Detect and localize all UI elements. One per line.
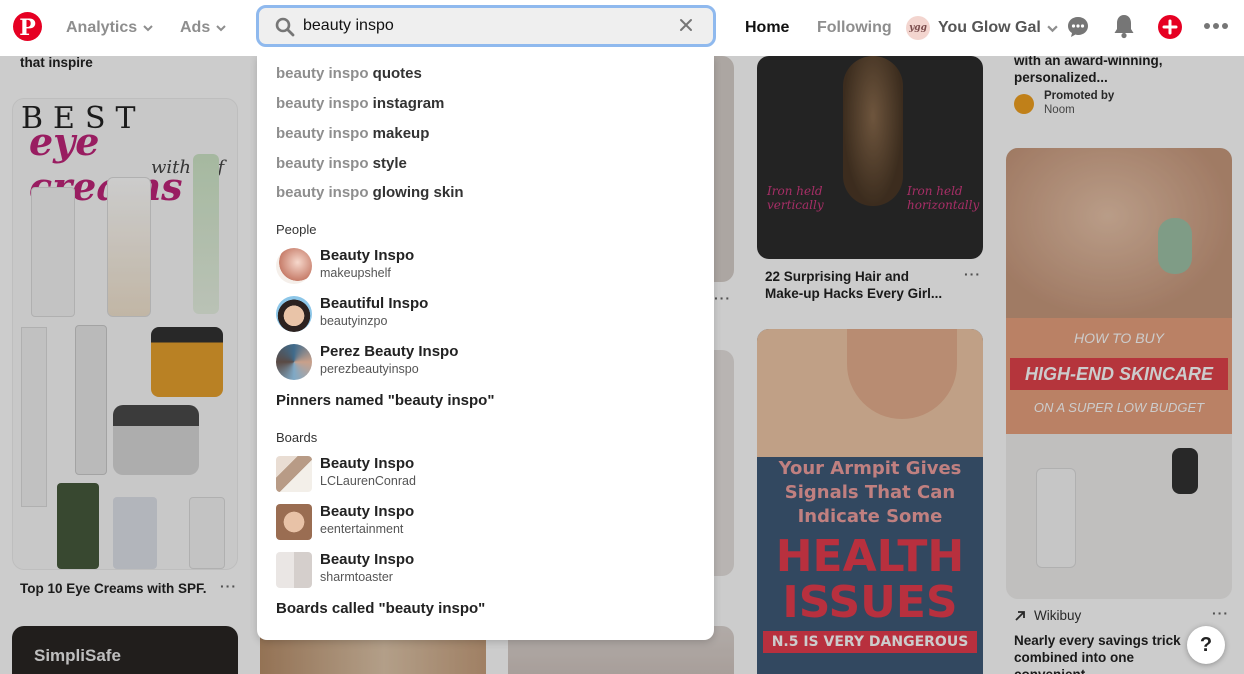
ads-label: Ads — [180, 19, 211, 36]
person-avatar — [276, 248, 312, 284]
person-name: Beauty Inspo — [320, 247, 415, 264]
search-bar[interactable] — [256, 5, 716, 47]
person-result[interactable]: Perez Beauty Inspo perezbeautyinspo — [276, 343, 676, 381]
analytics-label: Analytics — [66, 19, 138, 36]
person-name: Perez Beauty Inspo — [320, 343, 459, 360]
profile-name: You Glow Gal — [938, 19, 1041, 36]
boards-called-link[interactable]: Boards called "beauty inspo" — [276, 600, 485, 617]
create-plus-icon[interactable] — [1158, 15, 1182, 39]
boards-section-label: Boards — [276, 430, 318, 445]
help-button[interactable]: ? — [1187, 626, 1225, 664]
person-avatar — [276, 296, 312, 332]
nav-following-link[interactable]: Following — [817, 0, 892, 56]
suggestion-completion: glowing skin — [368, 184, 464, 201]
top-header: P Analytics Ads Home Following ygg You G… — [0, 0, 1244, 56]
suggestion-item[interactable]: beauty inspo instagram — [276, 94, 444, 114]
board-result[interactable]: Beauty Inspo sharmtoaster — [276, 551, 676, 589]
board-name: Beauty Inspo — [320, 455, 415, 472]
chevron-down-icon — [1047, 25, 1058, 32]
person-handle: beautyinzpo — [320, 314, 388, 328]
person-handle: makeupshelf — [320, 266, 391, 280]
suggestion-query: beauty inspo — [276, 65, 369, 82]
notifications-bell-icon[interactable] — [1113, 13, 1135, 39]
suggestion-item[interactable]: beauty inspo quotes — [276, 64, 422, 84]
suggestion-query: beauty inspo — [276, 184, 369, 201]
pinterest-p-icon: P — [19, 14, 36, 41]
board-owner: sharmtoaster — [320, 570, 393, 584]
board-name: Beauty Inspo — [320, 503, 415, 520]
board-owner: LCLaurenConrad — [320, 474, 416, 488]
suggestion-completion: style — [368, 155, 407, 172]
chevron-down-icon — [143, 25, 153, 32]
person-result[interactable]: Beautiful Inspo beautyinzpo — [276, 295, 676, 333]
suggestion-item[interactable]: beauty inspo glowing skin — [276, 183, 464, 203]
board-name: Beauty Inspo — [320, 551, 415, 568]
board-thumbnail — [276, 456, 312, 492]
ads-menu[interactable]: Ads — [180, 0, 226, 56]
suggestion-query: beauty inspo — [276, 95, 369, 112]
board-thumbnail — [276, 552, 312, 588]
suggestion-completion: makeup — [368, 125, 430, 142]
messages-icon[interactable] — [1066, 15, 1090, 39]
pinners-named-link[interactable]: Pinners named "beauty inspo" — [276, 392, 494, 409]
search-input[interactable] — [303, 8, 673, 44]
person-result[interactable]: Beauty Inspo makeupshelf — [276, 247, 676, 285]
chevron-down-icon — [216, 25, 226, 32]
search-icon — [275, 17, 295, 37]
clear-search-icon[interactable] — [679, 18, 693, 32]
board-result[interactable]: Beauty Inspo eentertainment — [276, 503, 676, 541]
more-options-icon[interactable] — [1203, 22, 1229, 30]
avatar: ygg — [906, 16, 930, 40]
suggestion-completion: quotes — [368, 65, 422, 82]
board-owner: eentertainment — [320, 522, 404, 536]
people-section-label: People — [276, 222, 317, 237]
suggestion-completion: instagram — [368, 95, 445, 112]
person-handle: perezbeautyinspo — [320, 362, 419, 376]
suggestion-item[interactable]: beauty inspo style — [276, 154, 407, 174]
person-name: Beautiful Inspo — [320, 295, 429, 312]
suggestion-query: beauty inspo — [276, 155, 369, 172]
suggestion-item[interactable]: beauty inspo makeup — [276, 124, 429, 144]
board-thumbnail — [276, 504, 312, 540]
board-result[interactable]: Beauty Inspo LCLaurenConrad — [276, 455, 676, 493]
profile-menu[interactable]: ygg You Glow Gal — [906, 0, 1058, 56]
nav-home-link[interactable]: Home — [745, 0, 789, 56]
analytics-menu[interactable]: Analytics — [66, 0, 153, 56]
suggestion-query: beauty inspo — [276, 125, 369, 142]
avatar-initials: ygg — [909, 23, 927, 33]
pinterest-logo[interactable]: P — [13, 12, 42, 41]
search-suggestions-dropdown: beauty inspo quotes beauty inspo instagr… — [257, 56, 714, 640]
person-avatar — [276, 344, 312, 380]
